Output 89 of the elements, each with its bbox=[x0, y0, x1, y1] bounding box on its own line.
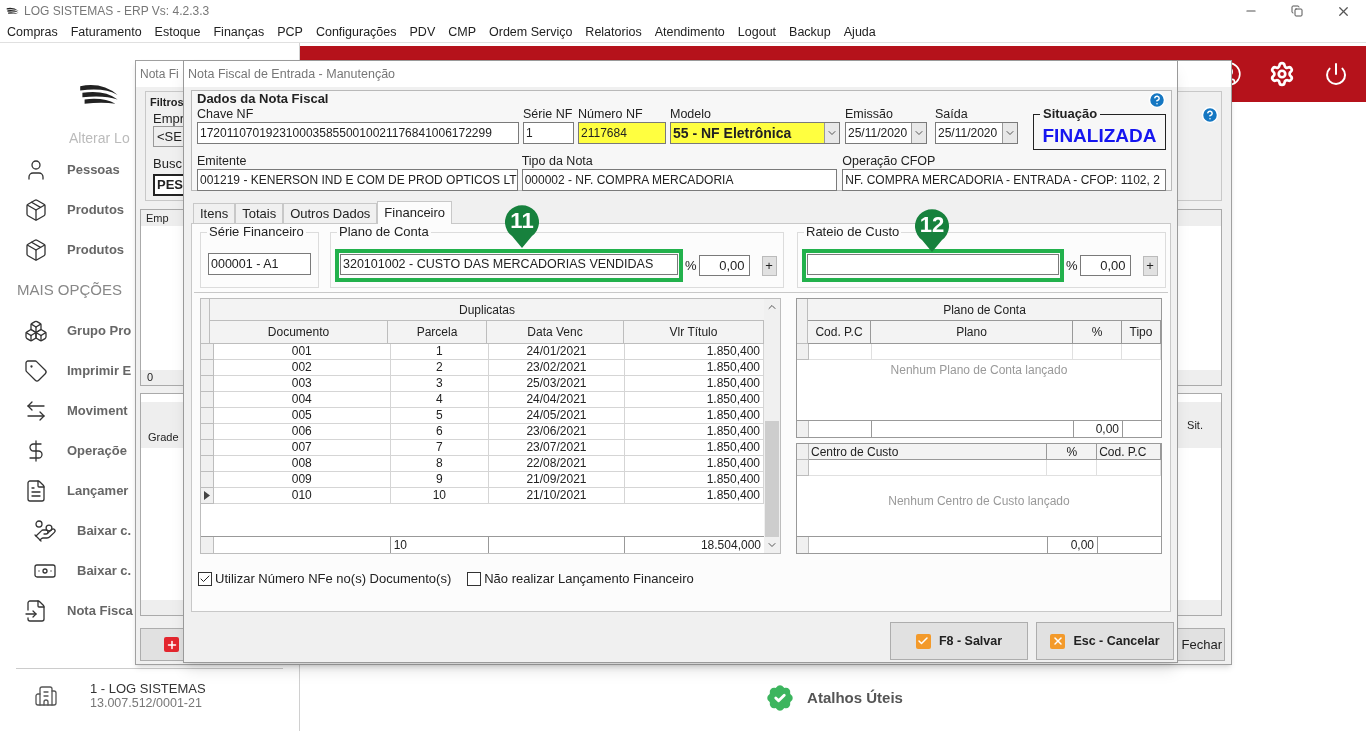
empty-message: Nenhum Centro de Custo lançado bbox=[887, 493, 1071, 510]
company-name: 1 - LOG SISTEMAS bbox=[90, 681, 206, 696]
table-cell: 24/01/2021 bbox=[488, 344, 625, 360]
table-cell: 23/02/2021 bbox=[488, 360, 625, 376]
table-cell: 25/03/2021 bbox=[488, 376, 625, 392]
column-header: Centro de Custo bbox=[808, 444, 1048, 460]
table-cell: 21/10/2021 bbox=[488, 488, 625, 504]
group-label: Filtros bbox=[150, 95, 184, 110]
table-cell: 6 bbox=[390, 424, 489, 440]
field-label: Busc bbox=[153, 155, 182, 173]
column-header: Plano bbox=[871, 321, 1073, 344]
table-cell: 23/07/2021 bbox=[488, 440, 625, 456]
callout-pin: 12 bbox=[914, 208, 950, 252]
section-heading: MAIS OPÇÕES bbox=[16, 280, 124, 301]
field-label: Modelo bbox=[670, 107, 712, 122]
group-title: Dados da Nota Fiscal bbox=[197, 90, 329, 109]
table-cell: 1.850,400 bbox=[625, 408, 764, 424]
table-cell: 008 bbox=[213, 456, 391, 472]
table-cell: 002 bbox=[213, 360, 391, 376]
table-cell: 22/08/2021 bbox=[488, 456, 625, 472]
table-cell: 8 bbox=[390, 456, 489, 472]
table-cell: 5 bbox=[390, 408, 489, 424]
table-cell: 1.850,400 bbox=[625, 488, 764, 504]
table-cell: 005 bbox=[213, 408, 391, 424]
table-cell: 0,00 bbox=[1074, 421, 1123, 437]
column-header: Vlr Título bbox=[624, 321, 764, 344]
column-header: Emp bbox=[145, 210, 169, 226]
record-count: 0 bbox=[147, 370, 154, 386]
table-cell: 001 bbox=[213, 344, 391, 360]
table-cell: 009 bbox=[213, 472, 391, 488]
table-cell: 2 bbox=[390, 360, 489, 376]
table-cell: 1.850,400 bbox=[625, 424, 764, 440]
dialog-title: Nota Fiscal de Entrada - Manutenção bbox=[188, 65, 396, 83]
column-header: Grade bbox=[147, 429, 179, 445]
percent-sign: % bbox=[685, 256, 697, 275]
table-cell: 24/05/2021 bbox=[488, 408, 625, 424]
table-cell: 1.850,400 bbox=[625, 456, 764, 472]
table-cell: 1.850,400 bbox=[625, 472, 764, 488]
table-cell: 10 bbox=[390, 537, 489, 553]
table-cell: 9 bbox=[390, 472, 489, 488]
table-cell: 10 bbox=[390, 488, 489, 504]
dialog-title: Nota Fi bbox=[140, 66, 179, 83]
table-cell: 3 bbox=[390, 376, 489, 392]
field-label: Chave NF bbox=[197, 107, 255, 122]
percent-sign: % bbox=[1066, 256, 1078, 275]
table-cell: 0,00 bbox=[1048, 537, 1098, 553]
field-label: Número NF bbox=[578, 107, 644, 122]
table-cell: 1.850,400 bbox=[625, 440, 764, 456]
table-cell: 004 bbox=[213, 392, 391, 408]
company-cnpj: 13.007.512/0001-21 bbox=[90, 696, 203, 711]
status-label: Situação bbox=[1040, 106, 1101, 121]
column-header: Documento bbox=[210, 321, 388, 344]
table-cell: 24/04/2021 bbox=[488, 392, 625, 408]
table-cell: 1.850,400 bbox=[625, 392, 764, 408]
grid-title: Plano de Conta bbox=[808, 299, 1161, 321]
field-label: Emitente bbox=[197, 154, 248, 169]
column-header: % bbox=[1073, 321, 1122, 344]
column-header: % bbox=[1047, 444, 1098, 460]
empty-message: Nenhum Plano de Conta lançado bbox=[889, 362, 1069, 379]
field-label: Saída bbox=[935, 107, 969, 122]
callout-pin: 11 bbox=[504, 204, 540, 248]
table-cell: 21/09/2021 bbox=[488, 472, 625, 488]
table-cell: 1 bbox=[390, 344, 489, 360]
window-title: LOG SISTEMAS - ERP Vs: 4.2.3.3 bbox=[24, 3, 210, 20]
field-label: Operação CFOP bbox=[842, 154, 937, 169]
field-label: Série NF bbox=[523, 107, 574, 122]
shortcuts-title: Atalhos Úteis bbox=[807, 687, 903, 708]
table-cell: 7 bbox=[390, 440, 489, 456]
table-cell: 1.850,400 bbox=[625, 360, 764, 376]
column-header: Cod. P.C bbox=[808, 321, 871, 344]
field-label: Tipo da Nota bbox=[521, 154, 594, 169]
table-cell: 007 bbox=[213, 440, 391, 456]
grid-title: Duplicatas bbox=[210, 299, 764, 321]
table-cell: 1.850,400 bbox=[625, 344, 764, 360]
table-cell: 1.850,400 bbox=[625, 376, 764, 392]
column-header: Cod. P.C bbox=[1097, 444, 1161, 460]
status-value: FINALIZADA bbox=[1042, 125, 1157, 147]
table-cell: 4 bbox=[390, 392, 489, 408]
table-cell-text: 18.504,000 bbox=[699, 537, 762, 553]
table-cell: 006 bbox=[213, 424, 391, 440]
column-header: Tipo bbox=[1122, 321, 1161, 344]
table-cell: 003 bbox=[213, 376, 391, 392]
column-header: Parcela bbox=[388, 321, 487, 344]
column-header: Data Venc bbox=[487, 321, 624, 344]
table-cell: 23/06/2021 bbox=[488, 424, 625, 440]
field-label: Empr bbox=[153, 110, 185, 128]
column-header: Sit. bbox=[1187, 417, 1204, 433]
field-label: Emissão bbox=[845, 107, 894, 122]
table-cell: 010 bbox=[213, 488, 391, 504]
